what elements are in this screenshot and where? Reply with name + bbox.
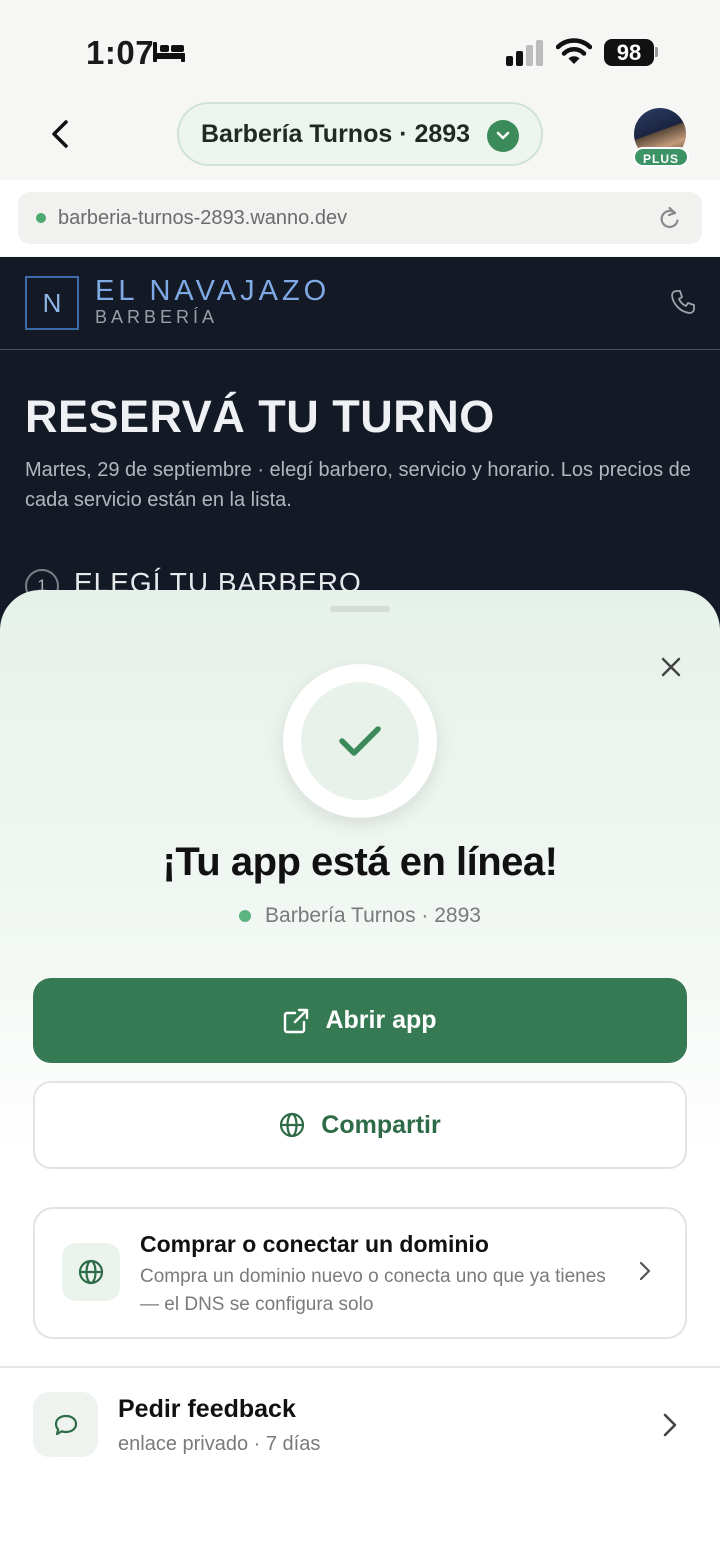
site-logo: N [25,276,79,330]
domain-card[interactable]: Comprar o conectar un dominio Compra un … [33,1207,687,1339]
success-subtitle: Barbería Turnos · 2893 [0,904,720,928]
domain-card-title: Comprar o conectar un dominio [140,1231,489,1257]
plus-badge: PLUS [633,147,689,167]
success-sheet: ¡Tu app está en línea! Barbería Turnos ·… [0,590,720,1564]
site-brand-name: EL NAVAJAZO [95,275,331,307]
open-app-button[interactable]: Abrir app [33,978,687,1063]
share-label: Compartir [321,1110,441,1139]
globe-icon [62,1243,120,1301]
url-text: barberia-turnos-2893.wanno.dev [58,206,348,229]
globe-icon [280,1112,305,1138]
site-title: RESERVÁ TU TURNO [25,391,495,442]
phone-icon[interactable] [670,289,696,320]
success-subtitle-text: Barbería Turnos · 2893 [265,904,481,927]
chevron-right-icon[interactable] [662,1412,678,1443]
domain-card-description: Compra un dominio nuevo o conecta uno qu… [140,1266,606,1315]
signal-icon [506,40,544,71]
status-time: 1:07 [86,34,155,71]
chat-bubble-icon[interactable] [33,1392,98,1457]
success-badge [283,664,437,818]
open-app-label: Abrir app [325,1006,437,1034]
battery-indicator: 98 [604,39,654,66]
status-dot [239,910,252,922]
success-title: ¡Tu app está en línea! [162,840,559,884]
project-selector[interactable]: Barbería Turnos · 2893 [177,102,543,166]
feedback-subtitle: enlace privado · 7 días [118,1433,321,1455]
status-dot [36,213,46,223]
back-icon [52,120,68,148]
bed-icon [152,38,186,69]
reload-icon[interactable] [658,205,682,236]
sheet-grabber[interactable] [330,606,390,612]
wifi-icon [555,38,593,71]
feedback-title[interactable]: Pedir feedback [118,1395,296,1424]
chevron-down-icon [487,120,519,152]
site-header: N EL NAVAJAZO BARBERÍA [0,257,720,350]
battery-nub [655,47,658,57]
project-name: Barbería Turnos · 2893 [201,119,471,148]
check-icon [301,682,419,800]
site-brand-subtitle: BARBERÍA [95,307,219,327]
close-button[interactable] [652,648,690,686]
status-bar: 1:07 98 [0,0,720,100]
divider [0,1366,720,1368]
chevron-right-icon [639,1261,651,1286]
share-button[interactable]: Compartir [33,1081,687,1169]
close-icon [661,657,681,677]
url-bar[interactable]: barberia-turnos-2893.wanno.dev [18,192,702,244]
site-description: Martes, 29 de septiembre · elegí barbero… [25,459,691,511]
back-button[interactable] [40,112,80,156]
external-link-icon [284,1008,309,1033]
